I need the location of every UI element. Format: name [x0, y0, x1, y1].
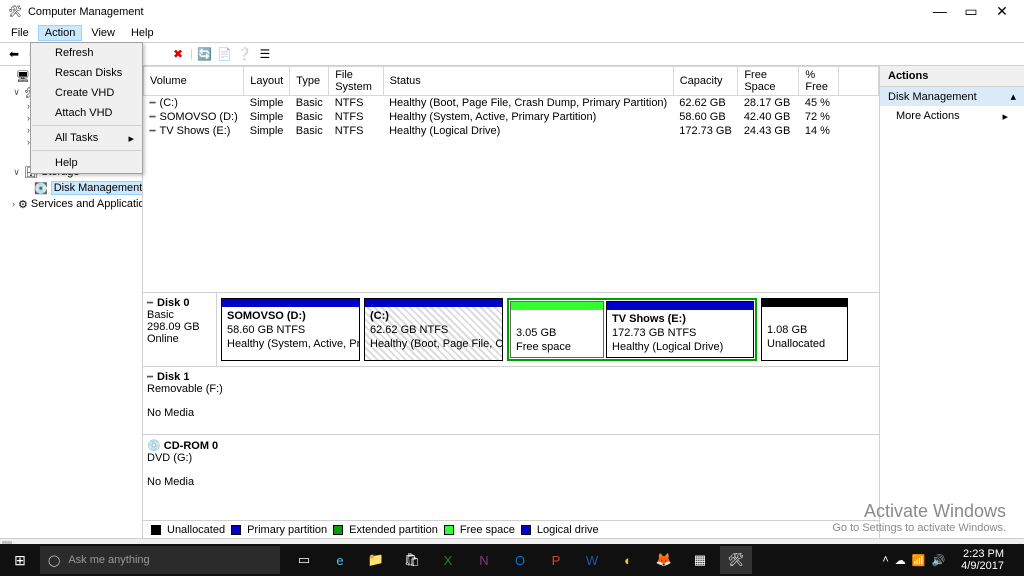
services-icon: ⚙	[18, 197, 28, 211]
partition-c[interactable]: (C:)62.62 GB NTFSHealthy (Boot, Page Fil…	[364, 298, 503, 361]
onenote-icon[interactable]: N	[468, 546, 500, 574]
disk-info[interactable]: Disk 1 Removable (F:) No Media	[143, 367, 879, 434]
actions-header: Actions	[880, 66, 1024, 87]
menu-all-tasks[interactable]: All Tasks▸	[31, 128, 142, 148]
menu-refresh[interactable]: Refresh	[31, 43, 142, 63]
disk-management-icon: 💽	[34, 181, 48, 195]
partition-somovso[interactable]: SOMOVSO (D:)58.60 GB NTFSHealthy (System…	[221, 298, 360, 361]
window-titlebar: 🛠 Computer Management — ▭ ✕	[0, 0, 1024, 23]
minimize-button[interactable]: —	[926, 0, 954, 23]
onedrive-icon[interactable]: ☁	[895, 554, 906, 567]
col-layout[interactable]: Layout	[244, 67, 290, 96]
taskbar: ⊞ ◯ Ask me anything ▭ e 📁 🛍 X N O P W ◐ …	[0, 544, 1024, 576]
col-filesystem[interactable]: File System	[329, 67, 383, 96]
vmware-icon[interactable]: ▦	[684, 546, 716, 574]
menu-view[interactable]: View	[84, 25, 122, 41]
list-icon[interactable]: ☰	[257, 46, 273, 62]
computer-management-taskbar-icon[interactable]: 🛠	[720, 546, 752, 574]
edge-icon[interactable]: e	[324, 546, 356, 574]
tray-up-icon[interactable]: ˄	[882, 554, 888, 566]
delete-icon[interactable]: ✖	[170, 46, 186, 62]
table-row[interactable]: TV Shows (E:)SimpleBasicNTFSHealthy (Log…	[144, 124, 879, 138]
tree-disk-management[interactable]: Disk Management	[51, 181, 143, 195]
legend: Unallocated Primary partition Extended p…	[143, 520, 879, 538]
menubar: File Action View Help	[0, 23, 1024, 42]
actions-section[interactable]: Disk Management▴	[880, 87, 1024, 106]
collapse-icon: ▴	[1010, 90, 1016, 103]
close-button[interactable]: ✕	[988, 0, 1016, 23]
search-box[interactable]: ◯ Ask me anything	[40, 546, 280, 574]
col-free-space[interactable]: Free Space	[738, 67, 799, 96]
actions-pane: Actions Disk Management▴ More Actions▸	[880, 66, 1024, 538]
partition-tv-shows[interactable]: TV Shows (E:)172.73 GB NTFSHealthy (Logi…	[606, 301, 754, 358]
outlook-icon[interactable]: O	[504, 546, 536, 574]
taskbar-clock[interactable]: 2:23 PM4/9/2017	[953, 548, 1012, 572]
app-icon: 🛠	[8, 5, 22, 18]
disk-info[interactable]: Disk 0 Basic 298.09 GB Online	[143, 293, 217, 366]
chrome-icon[interactable]: ◐	[612, 546, 644, 574]
volume-list[interactable]: Volume Layout Type File System Status Ca…	[143, 66, 879, 292]
system-tray[interactable]: ˄ ☁ 📶 🔊	[874, 554, 953, 567]
disk-row: 💿 CD-ROM 0 DVD (G:) No Media	[143, 435, 879, 503]
network-icon[interactable]: 📶	[912, 554, 926, 567]
col-pct-free[interactable]: % Free	[799, 67, 839, 96]
tree-services[interactable]: Services and Applications	[31, 198, 143, 210]
menu-rescan-disks[interactable]: Rescan Disks	[31, 63, 142, 83]
chevron-right-icon: ▸	[128, 132, 134, 145]
partition-unallocated[interactable]: 1.08 GBUnallocated	[761, 298, 848, 361]
menu-action[interactable]: Action	[38, 25, 83, 41]
properties-icon[interactable]: 📄	[217, 46, 233, 62]
disk-graphical-view[interactable]: Disk 0 Basic 298.09 GB Online SOMOVSO (D…	[143, 292, 879, 520]
menu-create-vhd[interactable]: Create VHD	[31, 83, 142, 103]
menu-attach-vhd[interactable]: Attach VHD	[31, 103, 142, 123]
toolbar: ⬅ ➡ ✖ | 🔄 📄 ❔ ☰	[0, 42, 1024, 66]
menu-file[interactable]: File	[4, 25, 36, 41]
chevron-right-icon: ▸	[1002, 110, 1008, 123]
table-row[interactable]: (C:)SimpleBasicNTFSHealthy (Boot, Page F…	[144, 96, 879, 111]
disk-row: Disk 1 Removable (F:) No Media	[143, 367, 879, 435]
more-actions[interactable]: More Actions▸	[880, 106, 1024, 127]
store-icon[interactable]: 🛍	[396, 546, 428, 574]
firefox-icon[interactable]: 🦊	[648, 546, 680, 574]
disk-info[interactable]: 💿 CD-ROM 0 DVD (G:) No Media	[143, 435, 879, 503]
cortana-icon: ◯	[48, 554, 60, 567]
disk-row: Disk 0 Basic 298.09 GB Online SOMOVSO (D…	[143, 293, 879, 367]
help-toolbar-icon[interactable]: ❔	[237, 46, 253, 62]
task-view-icon[interactable]: ▭	[288, 546, 320, 574]
table-row[interactable]: SOMOVSO (D:)SimpleBasicNTFSHealthy (Syst…	[144, 110, 879, 124]
refresh-icon[interactable]: 🔄	[197, 46, 213, 62]
cdrom-icon: 💿	[147, 440, 161, 452]
computer-icon: 🖥	[16, 69, 30, 83]
col-type[interactable]: Type	[290, 67, 329, 96]
menu-separator	[32, 125, 141, 126]
start-button[interactable]: ⊞	[0, 552, 40, 569]
col-capacity[interactable]: Capacity	[673, 67, 738, 96]
menu-help[interactable]: Help	[124, 25, 161, 41]
menu-action-help[interactable]: Help	[31, 153, 142, 173]
volume-icon[interactable]: 🔊	[931, 554, 945, 567]
powerpoint-icon[interactable]: P	[540, 546, 572, 574]
window-title: Computer Management	[28, 6, 144, 18]
maximize-button[interactable]: ▭	[957, 0, 985, 23]
col-volume[interactable]: Volume	[144, 67, 244, 96]
word-icon[interactable]: W	[576, 546, 608, 574]
action-dropdown: Refresh Rescan Disks Create VHD Attach V…	[30, 42, 143, 174]
menu-separator	[32, 150, 141, 151]
col-status[interactable]: Status	[383, 67, 673, 96]
excel-icon[interactable]: X	[432, 546, 464, 574]
back-icon[interactable]: ⬅	[6, 46, 22, 62]
file-explorer-icon[interactable]: 📁	[360, 546, 392, 574]
partition-free-space[interactable]: 3.05 GBFree space	[510, 301, 604, 358]
